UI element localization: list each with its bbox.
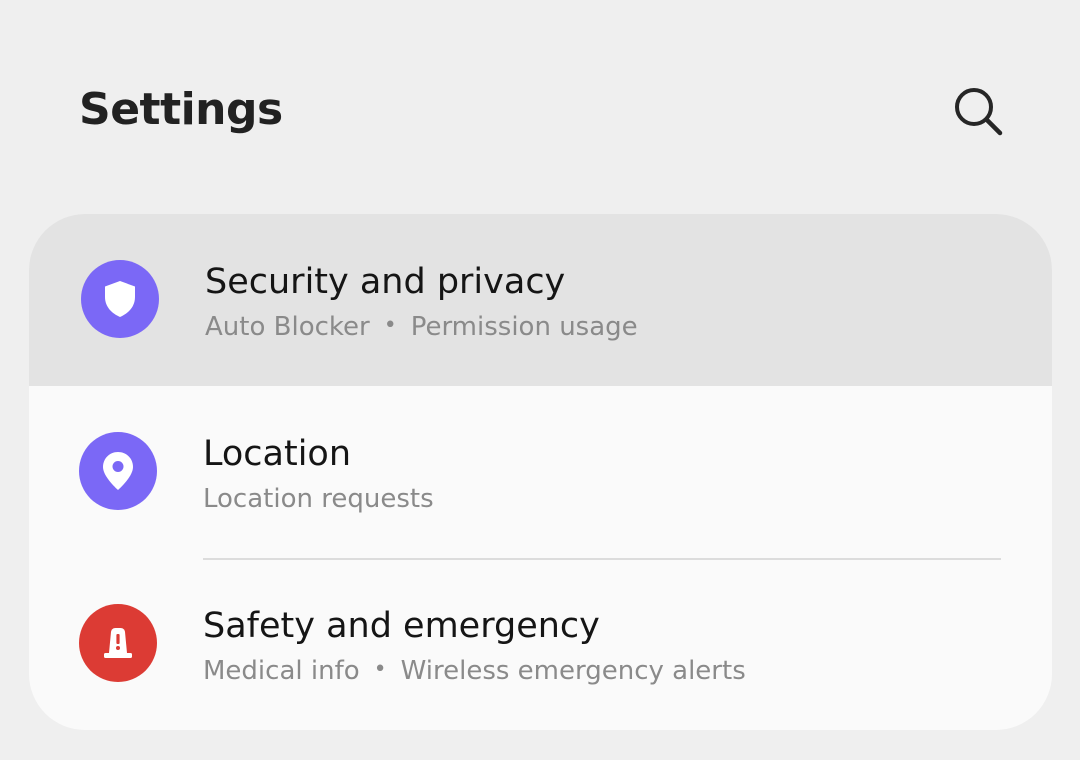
item-subtitle: Auto Blocker • Permission usage (205, 312, 638, 342)
item-subtitle: Location requests (203, 484, 434, 514)
search-button[interactable] (947, 80, 1009, 142)
item-title: Security and privacy (205, 262, 566, 302)
subtitle-part: Permission usage (410, 312, 638, 342)
search-icon (955, 88, 1003, 136)
page-title: Settings (79, 84, 283, 135)
location-item[interactable]: Location Location requests (29, 386, 1052, 558)
safety-and-emergency-item[interactable]: Safety and emergency Medical info • Wirele… (29, 558, 1052, 730)
header: Settings (79, 80, 1080, 142)
item-title: Location (203, 434, 352, 474)
emergency-siren-icon (104, 628, 132, 658)
shield-icon (105, 281, 135, 317)
security-icon-badge (81, 260, 159, 338)
subtitle-part: Medical info (203, 656, 360, 686)
location-icon-badge (79, 432, 157, 510)
item-title: Safety and emergency (203, 606, 600, 646)
subtitle-part: Wireless emergency alerts (400, 656, 746, 686)
subtitle-separator: • (383, 313, 397, 338)
security-and-privacy-item[interactable]: Security and privacy Auto Blocker • Permis… (29, 214, 1052, 386)
subtitle-part: Location requests (203, 484, 434, 514)
item-subtitle: Medical info • Wireless emergency alerts (203, 656, 746, 686)
settings-card: Security and privacy Auto Blocker • Permis… (29, 214, 1052, 730)
settings-screen: Settings Security and privacy Auto Block… (0, 0, 1080, 760)
subtitle-part: Auto Blocker (205, 312, 370, 342)
subtitle-separator: • (373, 657, 387, 682)
emergency-icon-badge (79, 604, 157, 682)
location-pin-icon (103, 452, 133, 490)
